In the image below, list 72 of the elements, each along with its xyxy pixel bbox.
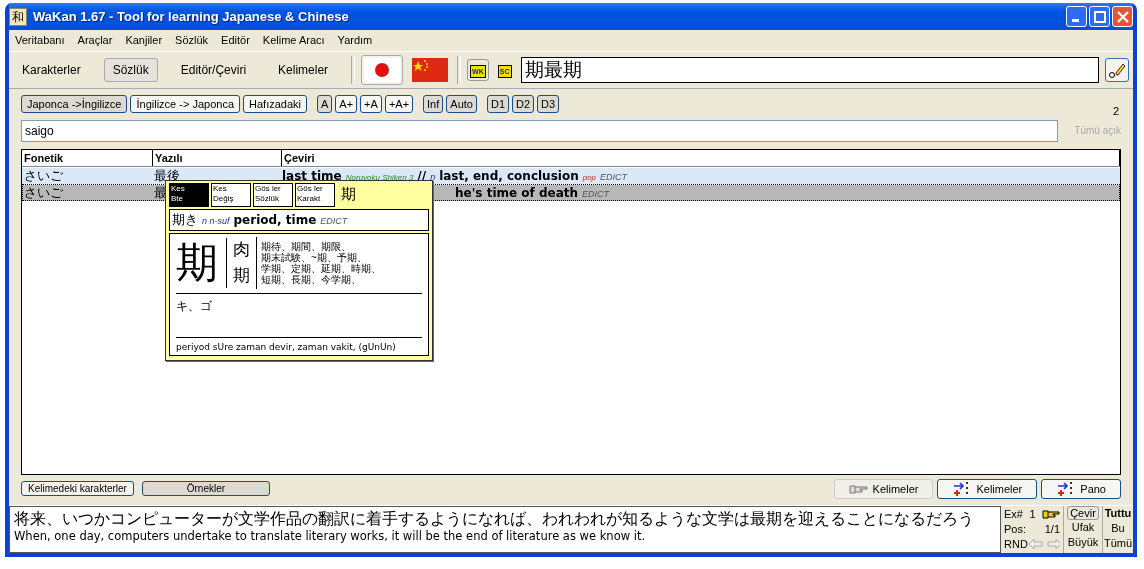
maximize-icon [1093, 10, 1106, 23]
dictionary-toggle[interactable]: D2 [512, 94, 535, 113]
compound-list: 期待、期間、期限、 期末試験、~期、予期、 学期、定期、延期、時期、 短期、長期、今学期、 [261, 240, 381, 285]
popup-button[interactable]: Kes Değiş [211, 182, 251, 207]
window-title: WaKan 1.67 - Tool for learning Japanese & Chinese [33, 9, 350, 25]
clipboard-field[interactable]: 期最期 [520, 56, 1099, 83]
option-button[interactable]: Auto [446, 94, 477, 113]
random-button[interactable]: RND [1004, 538, 1028, 551]
popup-button[interactable]: Kes Bte [169, 182, 209, 207]
mode-tab[interactable]: Sözlük [103, 57, 158, 82]
pointing-hand-icon [848, 482, 869, 495]
add-button[interactable]: Pano [1041, 478, 1121, 499]
direction-button[interactable]: Hafızadaki [243, 94, 307, 113]
example-label: Ex# [1004, 508, 1023, 521]
app-icon: 和 [9, 7, 27, 26]
dictionary-entry: 期き n n-suf period, time EDICT [169, 208, 429, 231]
direction-button[interactable]: Japonca ->İngilizce [21, 94, 128, 113]
keep-label: Tuttu [1104, 505, 1132, 521]
menu-item[interactable]: Editör [221, 34, 250, 47]
option-button[interactable]: Inf [423, 94, 444, 113]
column-header[interactable]: Fonetik [22, 149, 153, 166]
add-button[interactable]: Kelimeler [937, 478, 1038, 499]
popup-button[interactable]: Gös ler Sözlük [253, 182, 293, 207]
column-header[interactable]: Yazılı [153, 149, 282, 166]
mode-tab[interactable]: Karakterler [13, 57, 90, 82]
dictionary-toggle[interactable]: D3 [537, 94, 560, 113]
direction-button[interactable]: İngilizce -> Japonca [130, 94, 240, 113]
kanji-meaning: periyod sUre zaman devir, zaman vakit, (gUnUn) [176, 340, 397, 352]
table-cell: さいご [24, 167, 63, 183]
english-sentence: When, one day, computers undertake to translate literary works, it will be the end of literature as we know it. [14, 528, 647, 543]
minimize-button[interactable] [1066, 6, 1087, 28]
menu-item[interactable]: Kanjiler [125, 34, 163, 47]
table-cell: さいご [24, 184, 63, 200]
search-field[interactable]: saigo [21, 119, 1059, 142]
dictionary-toggle[interactable]: D1 [486, 94, 509, 113]
search-mode-button[interactable]: A+ [335, 94, 358, 113]
search-mode-button[interactable]: +A [360, 94, 382, 113]
position-label: Pos: [1004, 523, 1026, 536]
menu-item[interactable]: Kelime Aracı [262, 34, 325, 47]
close-icon [1116, 10, 1129, 23]
popup-button[interactable]: Gös ler Karakt [295, 182, 335, 207]
bottom-tab[interactable]: Örnekler [141, 481, 270, 497]
translate-button[interactable]: Çevir [1067, 505, 1099, 520]
minimize-icon [1071, 19, 1079, 23]
big-button[interactable]: Büyük [1067, 534, 1099, 550]
kanji-readings: キ、ゴ [176, 293, 422, 338]
this-button[interactable]: Bu [1111, 520, 1125, 536]
kanji-character: 期 [176, 237, 227, 288]
radical: 期 [233, 264, 250, 287]
close-button[interactable] [1112, 6, 1133, 28]
menu-item[interactable]: Sözlük [175, 34, 209, 47]
search-mode-button[interactable]: A [317, 94, 333, 113]
translation-text: he's time of death EDICT [455, 184, 611, 200]
small-button[interactable]: Ufak [1071, 519, 1095, 535]
mode-tab[interactable]: Editör/Çeviri [171, 57, 256, 82]
menu-item[interactable]: Araçlar [77, 34, 113, 47]
bottom-tab[interactable]: Kelimedeki karakterler [21, 481, 134, 497]
radical: 肉 [233, 238, 250, 261]
all-button[interactable]: Tümü [1103, 535, 1133, 551]
maximize-button[interactable] [1089, 6, 1110, 28]
japan-flag-button[interactable] [361, 54, 404, 85]
column-header[interactable]: Çeviri [282, 149, 1120, 166]
menu-item[interactable]: Yardım [337, 34, 373, 47]
japanese-sentence: 将来、いつかコンピューターが文学作品の翻訳に着手するようになれば、われわれが知るような文学は最期を迎えることになるだろう [14, 508, 975, 529]
pointing-hand-icon[interactable] [1042, 508, 1060, 521]
mode-tab[interactable]: Kelimeler [269, 57, 338, 82]
menu-item[interactable]: Veritabanı [15, 34, 65, 47]
result-count: 2 [1112, 104, 1119, 117]
example-number: 1 [1029, 508, 1036, 521]
eraser-button[interactable] [1105, 57, 1129, 82]
search-mode-button[interactable]: +A+ [384, 94, 414, 113]
position-value: 1/1 [1044, 523, 1060, 536]
